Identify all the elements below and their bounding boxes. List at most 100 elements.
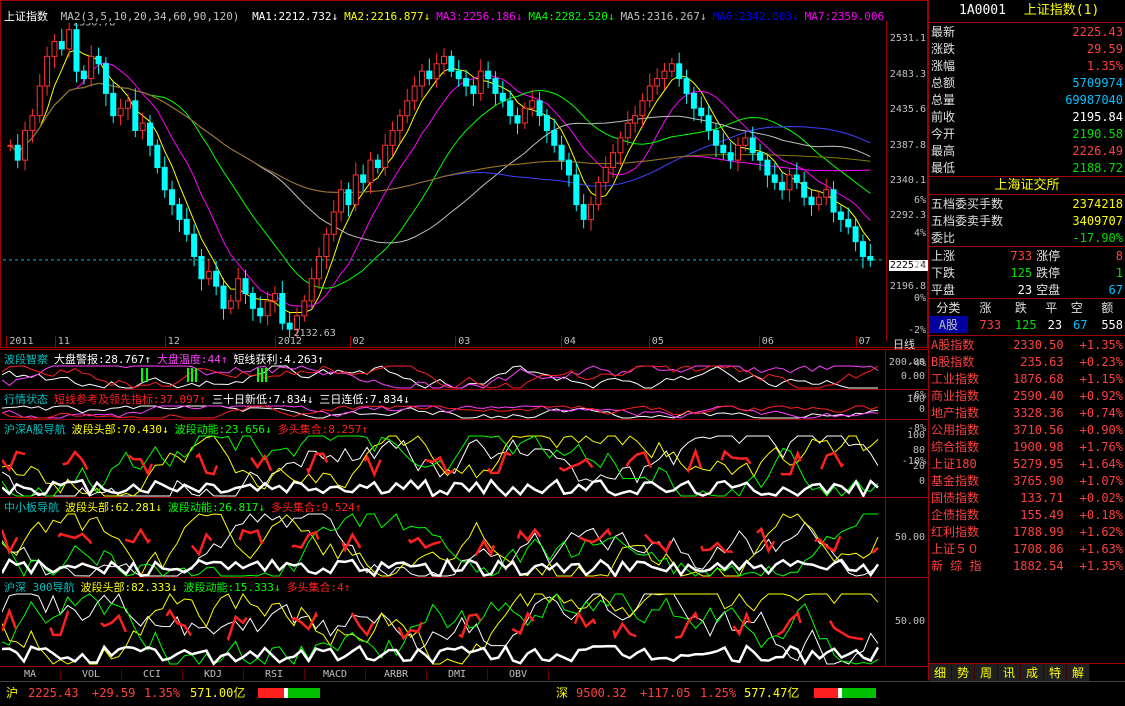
main-chart-panel[interactable]: 上证指数 MA2(3,5,10,20,34,60,90,120) MA1:221…	[0, 0, 929, 467]
candle	[837, 211, 844, 220]
indicator-panel-5[interactable]: 沪深 300导航 波段头部:82.333↓ 波段动能:15.333↓ 多头集合:4↑ 5…	[0, 577, 928, 666]
candle	[698, 107, 705, 117]
breadth-table: 上涨 733 涨停 8 下跌 125 跌停 1 平盘 23 空盘 67	[929, 246, 1125, 298]
quote-row: 最新 2225.43	[931, 24, 1123, 40]
tab-vol[interactable]: VOL	[61, 669, 122, 680]
candle	[830, 189, 837, 213]
indicator-panel-4[interactable]: 中小板导航 波段头部:62.281↓ 波段动能:26.817↓ 多头集合:9.524↑…	[0, 497, 928, 578]
quote-tab-2[interactable]: 周	[975, 664, 998, 681]
candle	[418, 70, 425, 87]
class-header: 分类涨跌平空额	[936, 301, 1114, 315]
indicator-line	[2, 365, 879, 389]
tab-obv[interactable]: OBV	[488, 669, 549, 680]
candle	[176, 204, 183, 220]
candle	[683, 78, 690, 94]
index-table: A股指数 2330.50 +1.35% B股指数 235.63 +0.23% 工业指数 187…	[929, 335, 1125, 574]
candle	[499, 92, 506, 102]
indicator-panel-2[interactable]: 行情状态 短线参考及领先指标:37.097↑ 三十日新低:7.834↓ 三日连低:7.…	[0, 389, 928, 420]
candle	[477, 70, 484, 94]
bid-ask-row: 五档委买手数 2374218	[931, 196, 1123, 212]
candle	[220, 285, 227, 309]
candle	[73, 29, 80, 72]
candle	[44, 55, 51, 87]
price-tick: 2292.3	[889, 210, 926, 222]
date-tick: 06	[758, 336, 774, 347]
tab-arbr[interactable]: ARBR	[366, 669, 427, 680]
date-tick: 04	[560, 336, 576, 347]
index-row: 国债指数 133.71 +0.02%	[931, 490, 1123, 506]
candle	[507, 100, 514, 117]
candle	[815, 196, 822, 206]
tab-kdj[interactable]: KDJ	[183, 669, 244, 680]
indicator-tick: 0.00	[900, 370, 925, 382]
quote-tab-5[interactable]: 特	[1044, 664, 1067, 681]
index-row: 商业指数 2590.40 +0.92%	[931, 388, 1123, 404]
index-row: A股指数 2330.50 +1.35%	[931, 337, 1123, 353]
quote-tab-1[interactable]: 势	[952, 664, 975, 681]
candle	[573, 174, 580, 206]
class-row: A股 733 125 23 67 558	[929, 316, 1125, 333]
quote-row: 涨幅 1.35%	[931, 58, 1123, 74]
candle	[514, 115, 521, 124]
indicator-tick: 200.00	[888, 357, 925, 369]
indicator-line	[2, 365, 878, 389]
bid-ask-table: 五档委买手数 2374218 五档委卖手数 3409707 委比 -17.90%	[929, 195, 1125, 246]
quote-tab-6[interactable]: 解	[1067, 664, 1090, 681]
date-tick: 11	[54, 336, 70, 347]
candle	[154, 144, 161, 169]
candle	[58, 41, 65, 50]
sh-label: 沪	[6, 686, 19, 700]
indicator-red-line	[2, 525, 879, 558]
candle	[345, 189, 352, 206]
ma-line-10	[9, 62, 871, 307]
candle	[257, 307, 264, 317]
candle	[529, 100, 536, 109]
quote-tab-bar: 细势周讯成特解	[929, 663, 1125, 681]
candle	[742, 137, 749, 146]
candle	[808, 196, 815, 206]
candle	[690, 92, 697, 109]
candle	[374, 159, 381, 169]
tab-cci[interactable]: CCI	[122, 669, 183, 680]
pct-tick: 6%	[913, 195, 926, 207]
ma-line-60	[9, 82, 871, 194]
ma-params: MA2(3,5,10,20,34,60,90,120)	[60, 10, 240, 22]
indicator-bold-line	[2, 478, 879, 498]
candle	[595, 181, 602, 206]
candle	[352, 174, 359, 206]
indicator-panel-3[interactable]: 沪深A股导航 波段头部:70.430↓ 波段动能:23.656↓ 多头集合:8.257…	[0, 419, 928, 498]
sz-pct: 1.25%	[700, 686, 737, 700]
candle	[191, 233, 198, 257]
candle	[610, 152, 617, 169]
candle	[624, 122, 631, 139]
candle	[705, 115, 712, 131]
indicator-line	[2, 365, 879, 389]
candle	[88, 55, 95, 80]
candle	[132, 100, 139, 131]
ma-value-4: MA4:2282.520↓	[528, 10, 615, 22]
candle	[7, 144, 14, 147]
quote-tab-4[interactable]: 成	[1021, 664, 1044, 681]
quote-row: 总额 5709974	[931, 75, 1123, 91]
ma-line-5	[9, 48, 871, 313]
breadth-row: 平盘 23 空盘 67	[931, 282, 1123, 298]
candle	[102, 63, 109, 94]
tab-dmi[interactable]: DMI	[427, 669, 488, 680]
indicator-plot	[2, 405, 879, 419]
ma-value-5: MA5:2316.267↓	[620, 10, 707, 22]
tab-macd[interactable]: MACD	[305, 669, 366, 680]
tab-ma[interactable]: MA	[0, 669, 61, 680]
indicator-panel-1[interactable]: 波段智察 大盘警报:28.767↑ 大盘温度:44↑ 短线获利:4.263↑ 200.0…	[0, 349, 928, 390]
indicator-line	[2, 513, 879, 578]
candle	[720, 144, 727, 154]
high-label: 2536.78	[73, 23, 115, 29]
quote-tab-0[interactable]: 细	[929, 664, 952, 681]
candlestick-chart[interactable]: 2536.782132.63	[3, 23, 885, 338]
candle	[169, 189, 176, 206]
candle	[14, 144, 21, 161]
quote-tab-3[interactable]: 讯	[998, 664, 1021, 681]
breadth-row: 上涨 733 涨停 8	[931, 248, 1123, 264]
candle	[823, 189, 830, 198]
candle	[66, 29, 73, 50]
tab-rsi[interactable]: RSI	[244, 669, 305, 680]
